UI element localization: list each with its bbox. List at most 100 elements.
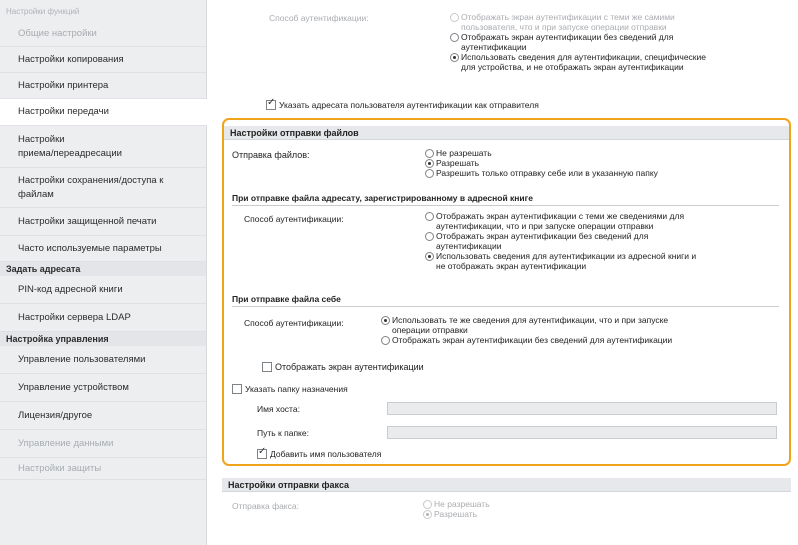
option-text: аутентификации <box>436 241 502 251</box>
sidebar-item-label: Настройки защиты <box>18 462 102 474</box>
radio-icon[interactable] <box>450 33 459 42</box>
divider <box>232 205 779 206</box>
sender-checkbox[interactable] <box>266 98 276 110</box>
option-text: для устройства, и не отображать экран ау… <box>461 62 684 72</box>
sidebar-item-label: Лицензия/другое <box>18 409 93 421</box>
sidebar-item-label: Общие настройки <box>18 28 97 39</box>
send-files-options: Не разрешать Разрешать Разрешить только … <box>425 148 658 178</box>
top-auth-option-1[interactable]: Отображать экран аутентификации с теми ж… <box>450 12 790 32</box>
radio-icon[interactable] <box>425 169 434 178</box>
sidebar-item-ldap[interactable]: Настройки сервера LDAP <box>0 304 206 332</box>
host-name-label: Имя хоста: <box>257 404 300 414</box>
top-auth-option-2[interactable]: Отображать экран аутентификации без свед… <box>450 32 790 52</box>
sidebar-item-label: Настройки сохранения/доступа к <box>18 174 164 186</box>
host-name-input[interactable] <box>387 402 777 415</box>
radio-icon[interactable] <box>381 316 390 325</box>
radio-icon[interactable] <box>381 336 390 345</box>
ab-auth-option-2[interactable]: Отображать экран аутентификации без свед… <box>425 231 780 251</box>
radio-icon[interactable] <box>425 159 434 168</box>
radio-icon[interactable] <box>423 510 432 519</box>
sidebar: Настройки функций Общие настройки Настро… <box>0 0 207 545</box>
sidebar-item-label: приема/переадресации <box>18 147 122 159</box>
show-auth-checkbox-label: Отображать экран аутентификации <box>275 362 424 372</box>
sidebar-item-label: Настройки <box>18 133 65 145</box>
fax-option-disallow[interactable]: Не разрешать <box>423 499 490 509</box>
sidebar-item-license[interactable]: Лицензия/другое <box>0 402 206 430</box>
divider <box>232 306 779 307</box>
option-text: Отображать экран аутентификации с теми ж… <box>461 12 675 22</box>
self-auth-option-1[interactable]: Использовать те же сведения для аутентиф… <box>381 315 781 335</box>
radio-icon[interactable] <box>425 212 434 221</box>
send-option-disallow[interactable]: Не разрешать <box>425 148 658 158</box>
sender-checkbox-row[interactable]: Указать адресата пользователя аутентифик… <box>266 98 539 110</box>
add-username-checkbox-row[interactable]: Добавить имя пользователя <box>257 447 382 459</box>
send-option-self-only[interactable]: Разрешить только отправку себе или в ука… <box>425 168 658 178</box>
self-send-heading: При отправке файла себе <box>232 294 341 304</box>
option-text: пользователя, что и при запуске операции… <box>461 22 667 32</box>
self-auth-label: Способ аутентификации: <box>244 318 344 328</box>
radio-icon[interactable] <box>425 149 434 158</box>
sidebar-item-security[interactable]: Настройки защиты <box>0 458 206 480</box>
show-auth-checkbox-row[interactable]: Отображать экран аутентификации <box>262 362 424 372</box>
option-text: Использовать сведения для аутентификации… <box>436 251 697 261</box>
sidebar-item-store-access[interactable]: Настройки сохранения/доступа к файлам <box>0 168 206 208</box>
ab-auth-label: Способ аутентификации: <box>244 214 344 224</box>
radio-icon[interactable] <box>450 13 459 22</box>
option-text: операции отправки <box>392 325 468 335</box>
sidebar-item-secure-print[interactable]: Настройки защищенной печати <box>0 208 206 236</box>
folder-path-label: Путь к папке: <box>257 428 309 438</box>
add-username-checkbox-label: Добавить имя пользователя <box>270 449 382 459</box>
fax-option-allow[interactable]: Разрешать <box>423 509 490 519</box>
sidebar-item-device-management[interactable]: Управление устройством <box>0 374 206 402</box>
dest-folder-checkbox-label: Указать папку назначения <box>245 384 348 394</box>
sidebar-item-label: Настройки защищенной печати <box>18 215 157 227</box>
sidebar-item-copy[interactable]: Настройки копирования <box>0 47 206 73</box>
sidebar-item-label: файлам <box>18 188 54 200</box>
option-text: аутентификации, что и при запуске операц… <box>436 221 654 231</box>
dest-folder-checkbox[interactable] <box>232 384 242 394</box>
radio-icon[interactable] <box>423 500 432 509</box>
sidebar-section-addresses: Задать адресата <box>0 262 206 276</box>
sidebar-item-general[interactable]: Общие настройки <box>0 22 206 47</box>
radio-icon[interactable] <box>425 232 434 241</box>
radio-icon[interactable] <box>425 252 434 261</box>
ab-auth-option-1[interactable]: Отображать экран аутентификации с теми ж… <box>425 211 780 231</box>
sidebar-item-label: Настройки передачи <box>18 106 109 117</box>
sidebar-item-label: Настройки копирования <box>18 53 124 65</box>
self-auth-options: Использовать те же сведения для аутентиф… <box>381 315 781 345</box>
option-text: Разрешить только отправку себе или в ука… <box>436 168 658 178</box>
add-username-checkbox[interactable] <box>257 447 267 459</box>
ab-auth-option-3[interactable]: Использовать сведения для аутентификации… <box>425 251 780 271</box>
folder-path-input[interactable] <box>387 426 777 439</box>
sidebar-section-management: Настройка управления <box>0 332 206 346</box>
option-text: Отображать экран аутентификации с теми ж… <box>436 211 685 221</box>
fax-settings-panel: Настройки отправки факса <box>222 478 791 492</box>
sidebar-item-user-management[interactable]: Управление пользователями <box>0 346 206 374</box>
sidebar-item-label: Управление пользователями <box>18 353 146 365</box>
ab-auth-options: Отображать экран аутентификации с теми ж… <box>425 211 780 271</box>
file-send-settings-panel: Настройки отправки файлов Отправка файло… <box>222 118 791 466</box>
option-text: Разрешать <box>434 509 478 519</box>
sidebar-item-receive-forward[interactable]: Настройки приема/переадресации <box>0 126 206 168</box>
address-book-heading: При отправке файла адресату, зарегистрир… <box>232 193 533 203</box>
option-text: Отображать экран аутентификации без свед… <box>436 231 649 241</box>
sidebar-item-address-book-pin[interactable]: PIN-код адресной книги <box>0 276 206 304</box>
file-settings-title: Настройки отправки файлов <box>224 126 789 140</box>
sidebar-item-label: PIN-код адресной книги <box>18 283 123 295</box>
sidebar-item-send[interactable]: Настройки передачи <box>0 99 207 126</box>
sidebar-item-favorites[interactable]: Часто используемые параметры <box>0 236 206 262</box>
option-text: Разрешать <box>436 158 480 168</box>
fax-settings-title: Настройки отправки факса <box>222 478 791 492</box>
option-text: Отображать экран аутентификации без свед… <box>461 32 674 42</box>
sender-checkbox-label: Указать адресата пользователя аутентифик… <box>279 100 539 110</box>
dest-folder-checkbox-row[interactable]: Указать папку назначения <box>232 384 348 394</box>
self-auth-option-2[interactable]: Отображать экран аутентификации без свед… <box>381 335 781 345</box>
sidebar-item-printer[interactable]: Настройки принтера <box>0 73 206 99</box>
sidebar-item-data-management[interactable]: Управление данными <box>0 430 206 458</box>
top-auth-option-3[interactable]: Использовать сведения для аутентификации… <box>450 52 790 72</box>
radio-icon[interactable] <box>450 53 459 62</box>
show-auth-checkbox[interactable] <box>262 362 272 372</box>
send-option-allow[interactable]: Разрешать <box>425 158 658 168</box>
top-auth-method-label: Способ аутентификации: <box>269 13 369 23</box>
option-text: аутентификации <box>461 42 527 52</box>
